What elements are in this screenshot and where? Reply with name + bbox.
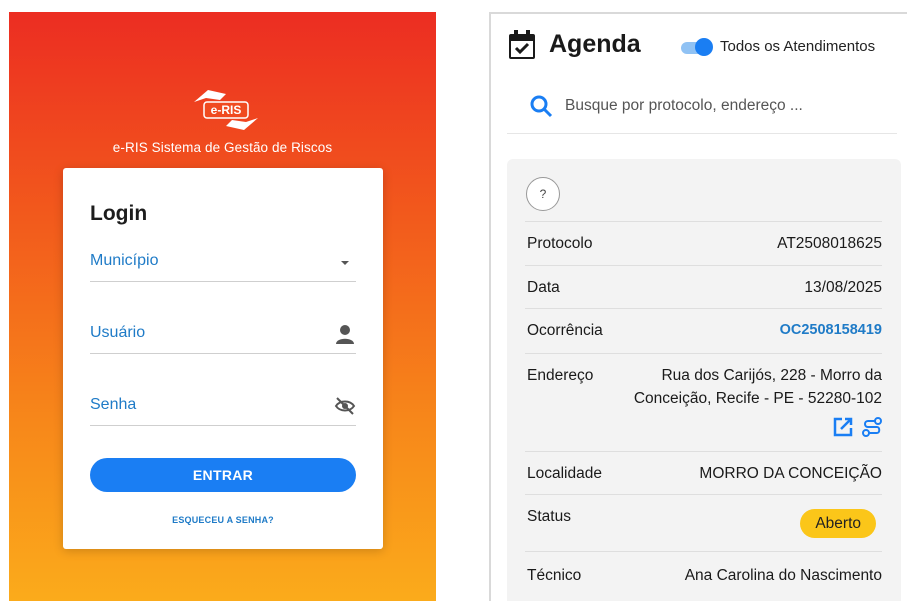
agenda-screen: Agenda Todos os Atendimentos ? Protocolo… <box>489 12 907 601</box>
localidade-row: Localidade MORRO DA CONCEIÇÃO <box>525 451 882 494</box>
data-row: Data 13/08/2025 <box>525 265 882 308</box>
login-title: Login <box>90 202 148 225</box>
data-value: 13/08/2025 <box>804 279 882 296</box>
ocorrencia-label: Ocorrência <box>527 322 603 339</box>
search-input[interactable] <box>565 92 885 120</box>
municipio-select[interactable]: Município <box>90 242 356 282</box>
status-label: Status <box>527 508 571 525</box>
search-bar <box>507 78 897 134</box>
app-subtitle: e-RIS Sistema de Gestão de Riscos <box>112 140 333 155</box>
tecnico-label: Técnico <box>527 567 582 584</box>
all-appointments-toggle[interactable] <box>681 38 713 56</box>
usuario-field[interactable]: Usuário <box>90 314 356 354</box>
localidade-label: Localidade <box>527 465 602 482</box>
help-button[interactable]: ? <box>526 177 560 211</box>
eye-off-icon[interactable] <box>334 395 356 417</box>
calendar-check-icon <box>509 30 535 59</box>
endereco-row: Endereço Rua dos Carijós, 228 - Morro da… <box>525 353 882 451</box>
forgot-password-link[interactable]: ESQUECEU A SENHA? <box>63 515 383 525</box>
senha-field[interactable]: Senha <box>90 386 356 426</box>
appointment-card: ? Protocolo AT2508018625 Data 13/08/2025… <box>507 159 901 601</box>
toggle-label: Todos os Atendimentos <box>720 38 876 55</box>
person-icon <box>336 325 354 344</box>
tecnico-row: Técnico Ana Carolina do Nascimento <box>525 551 882 601</box>
agenda-title: Agenda <box>549 30 641 58</box>
protocolo-row: Protocolo AT2508018625 <box>525 221 882 265</box>
usuario-label: Usuário <box>90 324 146 341</box>
enter-button[interactable]: ENTRAR <box>90 458 356 492</box>
route-icon[interactable] <box>862 417 882 437</box>
agenda-header: Agenda Todos os Atendimentos <box>491 14 907 78</box>
localidade-value: MORRO DA CONCEIÇÃO <box>699 465 882 482</box>
address-actions <box>832 416 882 438</box>
login-card: Login Município Usuário Senha ENTRAR ESQ… <box>63 168 383 549</box>
endereco-line-2: Conceição, Recife - PE - 52280-102 <box>633 390 882 407</box>
data-label: Data <box>527 279 560 296</box>
protocolo-label: Protocolo <box>527 235 593 252</box>
open-in-new-icon[interactable] <box>832 416 854 438</box>
endereco-line-1: Rua dos Carijós, 228 - Morro da <box>661 367 882 384</box>
tecnico-value: Ana Carolina do Nascimento <box>684 567 882 584</box>
protocolo-value: AT2508018625 <box>777 235 882 252</box>
e-ris-logo: e-RIS <box>194 90 258 130</box>
status-row: Status Aberto <box>525 494 882 551</box>
municipio-label: Município <box>90 252 159 269</box>
chevron-down-icon <box>341 261 349 265</box>
svg-text:e-RIS: e-RIS <box>211 103 242 117</box>
toggle-knob <box>695 38 713 56</box>
senha-label: Senha <box>90 396 137 413</box>
ocorrencia-link[interactable]: OC2508158419 <box>780 322 882 338</box>
ocorrencia-row: Ocorrência OC2508158419 <box>525 308 882 353</box>
status-badge: Aberto <box>800 509 876 538</box>
search-icon <box>530 95 553 118</box>
login-screen: e-RIS e-RIS Sistema de Gestão de Riscos … <box>9 12 436 601</box>
endereco-label: Endereço <box>527 367 594 384</box>
